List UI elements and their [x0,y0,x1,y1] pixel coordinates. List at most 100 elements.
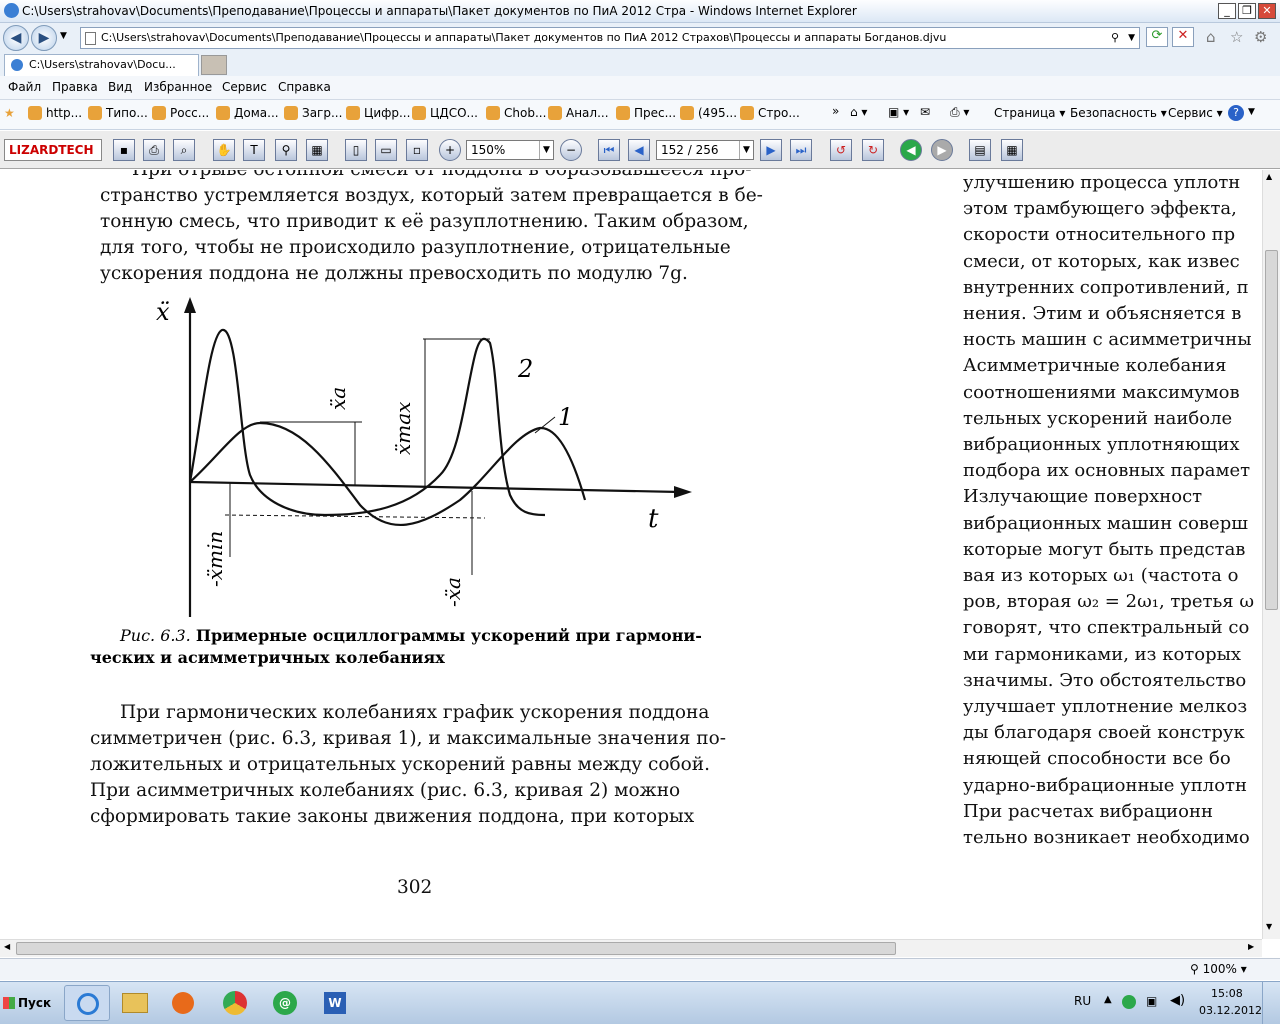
page-menu[interactable]: Страница ▾ [994,106,1065,120]
search-icon[interactable]: ⚲ [1111,28,1119,48]
back-button[interactable]: ◀ [3,25,29,51]
fav-link[interactable]: ЦДСО... [412,106,478,120]
rotate-right-icon[interactable]: ↻ [862,139,884,161]
address-input[interactable]: C:\Users\strahovav\Documents\Преподавани… [80,27,1140,49]
mail-icon[interactable]: ✉ [920,105,930,119]
text-line: тельно возникает необходимо [963,827,1250,849]
actual-size-icon[interactable]: ▫ [406,139,428,161]
messenger-icon[interactable]: @ [262,985,308,1021]
fav-link[interactable]: http... [28,106,82,120]
save-icon[interactable]: ▪ [113,139,135,161]
text-select-icon[interactable]: T [243,139,265,161]
favorites-star-icon[interactable]: ☆ [1230,28,1243,46]
refresh-icon[interactable]: ⟳ [1146,27,1168,47]
text-line: соотношениями максимумов [963,381,1240,403]
address-dropdown-icon[interactable]: ▼ [1128,28,1135,48]
ie-taskbar-icon[interactable] [64,985,110,1021]
scroll-left-icon[interactable]: ◀ [4,942,10,951]
back-green-icon[interactable]: ◀ [900,139,922,161]
zoom-tool-icon[interactable]: ⚲ [275,139,297,161]
status-bar: ⚲ 100% ▾ [0,958,1280,980]
fav-link[interactable]: Загр... [284,106,342,120]
start-button[interactable]: Пуск [0,986,56,1020]
language-indicator[interactable]: RU [1074,994,1091,1008]
fav-link[interactable]: Цифр... [346,106,410,120]
forward-button[interactable]: ▶ [31,25,57,51]
lizardtech-logo[interactable]: LIZARDTECH [4,139,102,161]
thumbnails-icon[interactable]: ▦ [1001,139,1023,161]
favorites-star-icon[interactable]: ★ [4,106,15,120]
help-dropdown-icon[interactable]: ▼ [1248,107,1255,117]
clock-time[interactable]: 15:08 [1211,987,1243,1000]
help-icon[interactable]: ? [1228,105,1244,121]
rotate-left-icon[interactable]: ↺ [830,139,852,161]
find-binoculars-icon[interactable]: ⌕ [173,139,195,161]
print-icon[interactable]: ⎙ ▾ [950,105,969,120]
zoom-in-icon[interactable]: + [439,139,461,161]
clock-date[interactable]: 03.12.2012 [1199,1004,1262,1017]
last-page-icon[interactable]: ⏭ [790,139,812,161]
tray-status-icon[interactable] [1122,995,1136,1009]
region-select-icon[interactable]: ▦ [306,139,328,161]
first-page-icon[interactable]: ⏮ [598,139,620,161]
fav-link[interactable]: Прес... [616,106,676,120]
scroll-right-icon[interactable]: ▶ [1248,942,1254,951]
x-axis-arrow [674,486,692,498]
fav-link[interactable]: Дома... [216,106,279,120]
minimize-button[interactable]: _ [1218,3,1236,19]
more-chevron-icon[interactable]: » [832,104,839,118]
zoom-select[interactable]: 150% ▼ [466,140,554,160]
explorer-folder-icon[interactable] [112,985,158,1021]
scroll-thumb[interactable] [1265,250,1278,610]
hand-tool-icon[interactable]: ✋ [213,139,235,161]
fit-page-icon[interactable]: ▯ [345,139,367,161]
menu-edit[interactable]: Правка [52,80,98,94]
text-line: значимы. Это обстоятельство [963,669,1247,691]
menu-favorites[interactable]: Избранное [144,80,212,94]
rss-icon[interactable]: ▣ ▾ [888,105,909,119]
fav-link[interactable]: Типо... [88,106,148,120]
nav-dropdown-icon[interactable]: ▼ [60,31,67,41]
fav-link[interactable]: Chob... [486,106,546,120]
forward-gray-icon[interactable]: ▶ [931,139,953,161]
scroll-down-icon[interactable]: ▼ [1266,922,1272,931]
menu-help[interactable]: Справка [278,80,331,94]
fav-link[interactable]: Анал... [548,106,609,120]
safety-menu[interactable]: Безопасность ▾ [1070,106,1167,120]
fav-link[interactable]: (495... [680,106,737,120]
maximize-button[interactable]: ❐ [1238,3,1256,19]
tab-document[interactable]: C:\Users\strahovav\Docu... [4,54,199,76]
prev-page-icon[interactable]: ◀ [628,139,650,161]
continuous-view-icon[interactable]: ▤ [969,139,991,161]
page-select[interactable]: 152 / 256 ▼ [656,140,754,160]
menu-tools[interactable]: Сервис [222,80,267,94]
stop-icon[interactable]: ✕ [1172,27,1194,47]
print-icon[interactable]: ⎙ [143,139,165,161]
home-icon[interactable]: ⌂ ▾ [850,105,867,119]
volume-icon[interactable]: ◀) [1170,993,1185,1008]
zoom-level[interactable]: ⚲ 100% ▾ [1190,962,1247,976]
horizontal-scrollbar[interactable]: ◀ ▶ [0,939,1262,957]
scroll-up-icon[interactable]: ▲ [1266,172,1272,181]
neg-xa-label: -ẍa [441,577,465,607]
fav-link[interactable]: Росс... [152,106,209,120]
new-tab-button[interactable] [201,55,227,75]
menu-file[interactable]: Файл [8,80,41,94]
show-desktop-button[interactable] [1262,982,1280,1024]
fav-link[interactable]: Стро... [740,106,800,120]
close-button[interactable]: ✕ [1258,3,1276,19]
settings-gear-icon[interactable]: ⚙ [1254,28,1267,46]
fit-width-icon[interactable]: ▭ [375,139,397,161]
word-icon[interactable]: W [312,985,358,1021]
vertical-scrollbar[interactable]: ▲ ▼ [1262,170,1280,939]
media-player-icon[interactable] [160,985,206,1021]
tools-menu[interactable]: Сервис ▾ [1168,106,1223,120]
network-icon[interactable]: ▣ [1146,994,1157,1008]
menu-view[interactable]: Вид [108,80,132,94]
home-icon[interactable]: ⌂ [1206,28,1216,46]
next-page-icon[interactable]: ▶ [760,139,782,161]
chrome-icon[interactable] [212,985,258,1021]
scroll-thumb[interactable] [16,942,896,955]
tray-arrow-icon[interactable]: ▲ [1104,994,1112,1005]
zoom-out-icon[interactable]: − [560,139,582,161]
